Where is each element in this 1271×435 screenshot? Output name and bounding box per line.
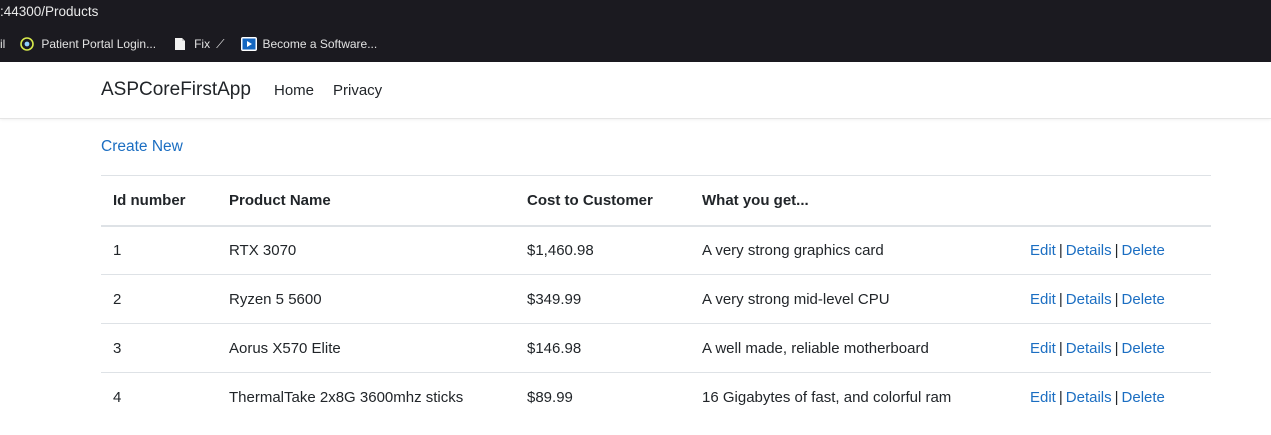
details-link[interactable]: Details xyxy=(1066,389,1112,406)
delete-link[interactable]: Delete xyxy=(1122,389,1165,406)
portal-icon xyxy=(19,36,35,52)
action-separator: | xyxy=(1058,339,1063,357)
bookmark-label: Patient Portal Login... xyxy=(41,37,157,51)
bookmarks-bar: il Patient Portal Login... Fix ⟋ Become … xyxy=(0,33,393,55)
details-link[interactable]: Details xyxy=(1066,340,1112,357)
edit-link[interactable]: Edit xyxy=(1030,340,1056,357)
details-link[interactable]: Details xyxy=(1066,291,1112,308)
bookmark-patient-portal[interactable]: Patient Portal Login... xyxy=(19,36,156,52)
cell-product-name: RTX 3070 xyxy=(229,225,527,275)
address-bar[interactable]: :44300/Products xyxy=(0,3,98,21)
nav-home-link[interactable]: Home xyxy=(274,82,314,99)
action-separator: | xyxy=(1058,290,1063,308)
site-navbar: ASPCoreFirstApp Home Privacy xyxy=(0,62,1271,119)
cell-actions: Edit | Details | Delete xyxy=(1030,373,1211,422)
delete-link[interactable]: Delete xyxy=(1122,242,1165,259)
cell-description: 16 Gigabytes of fast, and colorful ram xyxy=(702,388,952,406)
action-separator: | xyxy=(1114,241,1119,259)
cell-description: A very strong mid-level CPU xyxy=(702,274,1030,324)
cell-cost: $1,460.98 xyxy=(527,225,702,275)
header-id: Id number xyxy=(101,175,229,227)
cell-cost: $89.99 xyxy=(527,388,573,406)
products-table: Id number Product Name Cost to Customer … xyxy=(101,175,1211,422)
cell-id: 3 xyxy=(101,323,229,373)
document-icon xyxy=(172,36,188,52)
video-play-icon xyxy=(240,36,257,52)
edit-link[interactable]: Edit xyxy=(1030,389,1056,406)
cell-actions: Edit | Details | Delete xyxy=(1030,323,1211,373)
bookmark-label: Fix xyxy=(194,37,211,51)
browser-chrome: :44300/Products il Patient Portal Login.… xyxy=(0,0,1271,62)
cell-description: A very strong graphics card xyxy=(702,225,1030,275)
cell-id: 1 xyxy=(101,225,229,275)
header-product-name: Product Name xyxy=(229,175,527,227)
cell-cost: $349.99 xyxy=(527,274,702,324)
details-link[interactable]: Details xyxy=(1066,242,1112,259)
create-new-link[interactable]: Create New xyxy=(101,138,183,156)
delete-link[interactable]: Delete xyxy=(1122,291,1165,308)
cell-id: 4 xyxy=(113,388,122,406)
brand-link[interactable]: ASPCoreFirstApp xyxy=(101,79,251,101)
table-row: 2 Ryzen 5 5600 $349.99 A very strong mid… xyxy=(101,274,1211,324)
action-separator: | xyxy=(1114,290,1119,308)
table-header-row: Id number Product Name Cost to Customer … xyxy=(101,175,1211,227)
bookmark-truncated[interactable]: il xyxy=(0,37,5,51)
cell-cost: $146.98 xyxy=(527,323,702,373)
delete-link[interactable]: Delete xyxy=(1122,340,1165,357)
header-description: What you get... xyxy=(702,175,1030,227)
cell-product-name: Ryzen 5 5600 xyxy=(229,274,527,324)
edit-link[interactable]: Edit xyxy=(1030,291,1056,308)
cell-actions: Edit | Details | Delete xyxy=(1030,225,1211,275)
pen-icon: ⟋ xyxy=(216,36,225,51)
table-row: 1 RTX 3070 $1,460.98 A very strong graph… xyxy=(101,225,1211,275)
action-separator: | xyxy=(1058,241,1063,259)
nav-privacy-link[interactable]: Privacy xyxy=(333,82,382,99)
header-actions xyxy=(1030,175,1211,227)
cell-product-name: Aorus X570 Elite xyxy=(229,323,527,373)
cell-product-name: ThermalTake 2x8G 3600mhz sticks xyxy=(229,388,464,406)
action-separator: | xyxy=(1114,339,1119,357)
table-row: 4 ThermalTake 2x8G 3600mhz sticks $89.99… xyxy=(101,373,1211,422)
table-row: 3 Aorus X570 Elite $146.98 A well made, … xyxy=(101,323,1211,373)
bookmark-fix[interactable]: Fix ⟋ xyxy=(172,36,225,52)
action-separator: | xyxy=(1114,388,1119,406)
header-cost: Cost to Customer xyxy=(527,175,702,227)
action-separator: | xyxy=(1058,388,1063,406)
bookmark-become-software[interactable]: Become a Software... xyxy=(240,36,378,52)
cell-actions: Edit | Details | Delete xyxy=(1030,274,1211,324)
cell-description: A well made, reliable motherboard xyxy=(702,323,1030,373)
bookmark-label: Become a Software... xyxy=(262,37,378,51)
edit-link[interactable]: Edit xyxy=(1030,242,1056,259)
cell-id: 2 xyxy=(101,274,229,324)
